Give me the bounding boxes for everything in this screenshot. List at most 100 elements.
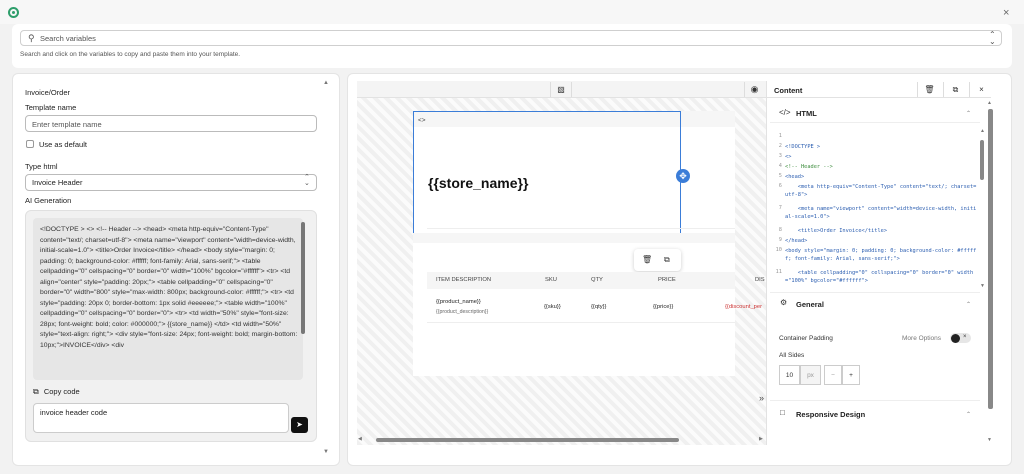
divider xyxy=(427,322,735,323)
expand-panel-icon[interactable]: » xyxy=(759,393,764,403)
block-tag-label: <> xyxy=(418,117,426,124)
line-number: 10 xyxy=(775,247,782,253)
divider xyxy=(427,228,735,229)
line-number: 7 xyxy=(778,205,782,211)
scroll-down-icon[interactable]: ▼ xyxy=(987,437,992,443)
divider xyxy=(770,400,980,401)
copy-icon: ⧉ xyxy=(33,387,39,396)
eye-icon[interactable]: ◉ xyxy=(744,82,764,97)
trash-icon[interactable]: 🗑 xyxy=(917,82,941,97)
scroll-right-icon[interactable]: ▶ xyxy=(759,436,763,442)
line-number: 6 xyxy=(778,183,782,189)
cell-sku: {{sku}} xyxy=(544,304,561,310)
close-icon[interactable]: × xyxy=(969,82,993,97)
col-price: PRICE xyxy=(658,277,676,283)
send-icon[interactable]: ➤ xyxy=(291,417,308,433)
line-number: 11 xyxy=(775,269,782,275)
type-html-label: Type html xyxy=(25,162,58,171)
gear-icon: ⚙ xyxy=(780,298,788,307)
scroll-down-icon[interactable]: ▼ xyxy=(323,449,329,455)
responsive-icon: □ xyxy=(780,408,785,417)
col-item-description: ITEM DESCRIPTION xyxy=(436,277,492,283)
use-as-default-label: Use as default xyxy=(39,140,87,149)
ai-prompt-value: invoice header code xyxy=(40,408,108,417)
line-number: 4 xyxy=(778,163,782,169)
cell-product-description: {{product_description}} xyxy=(436,309,489,315)
html-section-title[interactable]: HTML xyxy=(796,109,817,118)
code-line: <meta http-equiv="Content-Type" content=… xyxy=(785,184,977,198)
desktop-icon[interactable]: ▧ xyxy=(550,82,572,97)
template-name-placeholder: Enter template name xyxy=(32,120,102,129)
close-icon[interactable]: × xyxy=(1003,7,1009,19)
scroll-down-icon[interactable]: ▼ xyxy=(980,283,985,289)
properties-scrollbar[interactable] xyxy=(988,109,993,409)
col-qty: QTY xyxy=(591,277,603,283)
code-editor-scrollbar[interactable] xyxy=(980,140,984,180)
trash-icon[interactable]: 🗑 xyxy=(642,255,652,264)
properties-title: Content xyxy=(774,86,803,95)
search-icon: ⚲ xyxy=(28,33,35,43)
code-line: <title>Order Invoice</title> xyxy=(785,228,888,234)
duplicate-icon[interactable]: ⧉ xyxy=(943,82,967,97)
store-name-text[interactable]: {{store_name}} xyxy=(428,175,528,191)
code-line: <body style="margin: 0; padding: 0; back… xyxy=(785,248,977,262)
chevron-up-icon[interactable]: ⌃ xyxy=(966,301,971,308)
line-number: 3 xyxy=(778,153,782,159)
copy-code-label: Copy code xyxy=(43,387,80,396)
section-title: Invoice/Order xyxy=(25,88,71,97)
code-line: <> xyxy=(785,154,792,160)
code-line: <!DOCTYPE > xyxy=(785,144,821,150)
decrement-button[interactable]: − xyxy=(824,365,842,385)
copy-code-button[interactable]: ⧉ Copy code xyxy=(33,387,80,397)
generated-code-text: <!DOCTYPE > <> <!-- Header --> <head> <m… xyxy=(40,226,298,349)
chevron-up-down-icon[interactable]: ⌃ ⌄ xyxy=(989,31,996,46)
scroll-up-icon[interactable]: ▲ xyxy=(323,80,329,86)
line-number: 2 xyxy=(778,143,782,149)
select-chevron-icon: ⌃ ⌄ xyxy=(304,174,310,187)
code-line: <meta name="viewport" content="width=dev… xyxy=(785,206,977,220)
code-icon: </> xyxy=(779,108,791,117)
general-section-title[interactable]: General xyxy=(796,300,824,309)
toggle-knob xyxy=(951,334,960,343)
all-sides-label: All Sides xyxy=(779,352,805,359)
template-name-label: Template name xyxy=(25,103,77,112)
chevron-up-icon[interactable]: ⌃ xyxy=(966,411,971,418)
scroll-up-icon[interactable]: ▲ xyxy=(987,100,992,106)
move-handle-icon[interactable]: ✥ xyxy=(676,169,690,183)
ai-generation-label: AI Generation xyxy=(25,196,72,205)
scroll-left-icon[interactable]: ◀ xyxy=(358,436,362,442)
divider xyxy=(770,122,980,123)
html-code-editor[interactable]: 1 2 <!DOCTYPE > 3 <> 4 <!-- Header --> 5… xyxy=(770,127,979,289)
close-icon: × xyxy=(963,334,967,340)
logo-icon xyxy=(8,7,19,18)
col-discount: DIS xyxy=(755,277,765,283)
padding-unit[interactable]: px xyxy=(800,365,821,385)
line-number: 8 xyxy=(778,227,782,233)
increment-button[interactable]: + xyxy=(842,365,860,385)
scroll-up-icon[interactable]: ▲ xyxy=(980,128,985,134)
code-line: <table cellpadding="0" cellspacing="0" b… xyxy=(785,270,974,284)
cell-product-name: {{product_name}} xyxy=(436,299,481,305)
code-line: <!-- Header --> xyxy=(785,164,833,170)
search-placeholder: Search variables xyxy=(40,34,96,43)
col-sku: SKU xyxy=(545,277,557,283)
container-padding-label: Container Padding xyxy=(779,335,833,342)
use-as-default-checkbox[interactable] xyxy=(26,140,34,148)
responsive-section-title[interactable]: Responsive Design xyxy=(796,410,865,419)
line-number: 9 xyxy=(778,237,782,243)
cell-discount: {{discount_per xyxy=(725,304,763,310)
duplicate-icon[interactable]: ⧉ xyxy=(664,255,670,265)
top-bar xyxy=(0,0,1024,24)
type-html-value: Invoice Header xyxy=(32,178,83,187)
horizontal-scrollbar[interactable] xyxy=(376,438,679,442)
variable-search-input[interactable] xyxy=(20,30,1002,46)
spacer-row xyxy=(413,233,735,243)
padding-input[interactable]: 10 xyxy=(779,365,800,385)
cell-qty: {{qty}} xyxy=(591,304,607,310)
chevron-up-icon[interactable]: ⌃ xyxy=(966,110,971,117)
more-options-label: More Options xyxy=(902,335,942,342)
code-scrollbar[interactable] xyxy=(301,222,305,334)
line-number: 1 xyxy=(778,133,782,139)
code-line: </head> xyxy=(785,238,808,244)
code-line: <head> xyxy=(785,174,805,180)
